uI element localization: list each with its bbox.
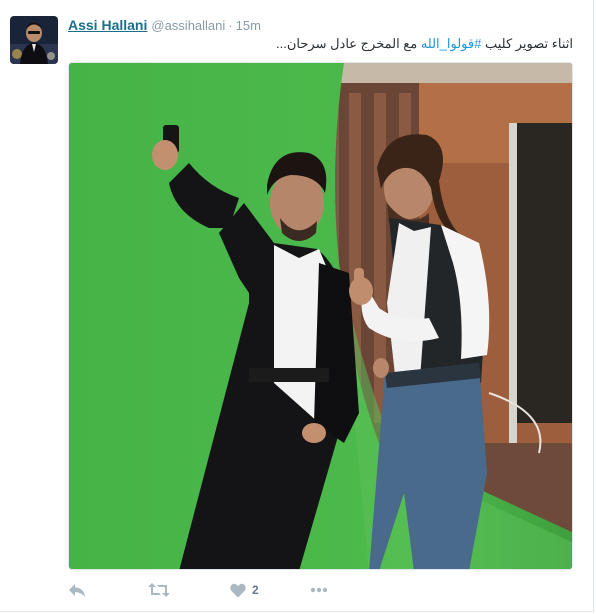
user-fullname[interactable]: Assi Hallani bbox=[68, 17, 147, 33]
retweet-icon bbox=[148, 583, 170, 597]
tweet-text-before: اثناء تصوير كليب bbox=[481, 36, 573, 51]
tweet-timestamp[interactable]: 15m bbox=[236, 18, 261, 33]
avatar[interactable] bbox=[10, 16, 58, 64]
retweet-button[interactable] bbox=[148, 580, 170, 600]
like-icon bbox=[230, 583, 246, 597]
reply-icon bbox=[69, 584, 85, 597]
more-icon bbox=[310, 587, 328, 593]
like-count: 2 bbox=[252, 583, 259, 597]
hashtag-link[interactable]: #قولوا_الله bbox=[421, 36, 482, 51]
tweet-text-after: مع المخرج عادل سرحان... bbox=[276, 36, 421, 51]
avatar-photo bbox=[10, 16, 58, 64]
user-handle[interactable]: @assihallani bbox=[151, 18, 225, 33]
tweet-card: Assi Hallani @assihallani · 15m اثناء تصوير… bbox=[0, 0, 594, 612]
header-separator: · bbox=[228, 18, 233, 33]
reply-button[interactable] bbox=[68, 580, 86, 600]
tweet-photo[interactable] bbox=[68, 62, 573, 570]
more-button[interactable] bbox=[310, 580, 328, 600]
like-button[interactable]: 2 bbox=[230, 580, 259, 600]
photo-image bbox=[69, 63, 572, 569]
tweet-header: Assi Hallani @assihallani · 15m bbox=[68, 16, 261, 34]
tweet-text: اثناء تصوير كليب #قولوا_الله مع المخرج ع… bbox=[68, 34, 573, 54]
